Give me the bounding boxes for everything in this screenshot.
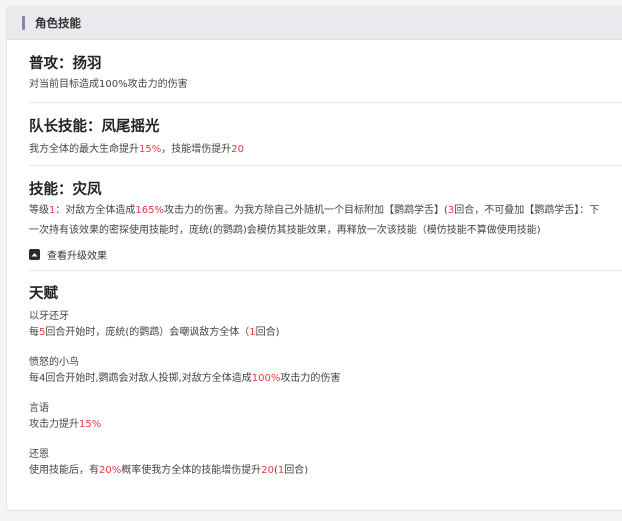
view-upgrade-effects-label: 查看升级效果: [47, 251, 107, 262]
talent-title: 天赋: [29, 286, 58, 302]
skill-section: 技能：灾凤 等级1：对敌方全体造成165%攻击力的伤害。为我方除自己外随机一个目…: [29, 166, 622, 271]
skills-content: 普攻：扬羽 对当前目标造成100%攻击力的伤害 队长技能：凤尾摇光 我方全体的最…: [7, 40, 622, 479]
talent-desc: 每4回合开始时,鹦鹉会对敌人投掷,对敌方全体造成100%攻击力的伤害: [29, 371, 622, 387]
talent-desc-value: 20: [261, 465, 274, 476]
leader-skill-desc: 我方全体的最大生命提升15%，技能增伤提升20: [29, 142, 622, 158]
talent-desc-text: 概率使我方全体的技能增伤提升: [121, 465, 262, 476]
card-header: 角色技能: [7, 7, 622, 40]
leader-skill-section: 队长技能：凤尾摇光 我方全体的最大生命提升15%，技能增伤提升20: [29, 103, 622, 166]
normal-attack-section: 普攻：扬羽 对当前目标造成100%攻击力的伤害: [29, 40, 622, 103]
talent-desc-text: 使用技能后，有: [29, 465, 99, 476]
normal-attack-desc: 对当前目标造成100%攻击力的伤害: [29, 79, 188, 90]
talent-item: 以牙还牙 每5回合开始时，庞统(的鹦鹉）会嘲讽敌方全体（1回合): [29, 309, 622, 341]
talent-desc-value: 100%: [251, 373, 281, 384]
talent-name: 还恩: [29, 449, 49, 460]
skill-desc-line-1: 等级1：对敌方全体造成165%攻击力的伤害。为我方除自己外随机一个目标附加【鹦鹉…: [29, 203, 622, 219]
skill-desc-line-2: 一次持有该效果的密探使用技能时，庞统(的鹦鹉)会模仿其技能效果，再释放一次该技能…: [29, 225, 541, 236]
leader-skill-title: 队长技能：凤尾摇光: [29, 119, 160, 135]
talent-desc-text: 回合): [284, 465, 309, 476]
skill-desc-value: 165%: [135, 205, 164, 216]
card-title: 角色技能: [35, 16, 81, 30]
skill-desc-text: 回合，不可叠加【鹦鹉学舌】：下: [454, 205, 600, 216]
skills-card: 角色技能 普攻：扬羽 对当前目标造成100%攻击力的伤害 队长技能：凤尾摇光 我…: [6, 6, 622, 511]
talent-desc: 每5回合开始时，庞统(的鹦鹉）会嘲讽敌方全体（1回合): [29, 325, 622, 341]
talent-name: 言语: [29, 403, 49, 414]
leader-desc-value: 20: [231, 144, 244, 155]
normal-attack-title: 普攻：扬羽: [29, 56, 102, 72]
talent-desc: 使用技能后，有20%概率使我方全体的技能增伤提升20(1回合): [29, 463, 622, 479]
talent-item: 愤怒的小鸟 每4回合开始时,鹦鹉会对敌人投掷,对敌方全体造成100%攻击力的伤害: [29, 355, 622, 387]
talent-desc-text: 回合): [255, 327, 280, 338]
leader-desc-value: 15%: [139, 144, 162, 155]
talent-desc-text: 攻击力的伤害: [280, 373, 341, 384]
talent-desc-text: 攻击力提升: [29, 419, 79, 430]
talent-desc-value: 20%: [99, 465, 122, 476]
chevron-up-icon: [29, 249, 40, 260]
leader-desc-text: 我方全体的最大生命提升: [29, 144, 139, 155]
talent-desc: 攻击力提升15%: [29, 417, 622, 433]
talent-name: 以牙还牙: [29, 311, 69, 322]
talent-name: 愤怒的小鸟: [29, 357, 79, 368]
skill-desc-text: 攻击力的伤害。为我方除自己外随机一个目标附加【鹦鹉学舌】(: [163, 205, 448, 216]
talent-desc-text: 每4回合开始时,鹦鹉会对敌人投掷,对敌方全体造成: [29, 373, 252, 384]
header-accent-bar: [22, 16, 25, 30]
talent-desc-value: 15%: [79, 419, 102, 430]
talent-desc-text: 每: [29, 327, 39, 338]
talent-desc-text: 回合开始时，庞统(的鹦鹉）会嘲讽敌方全体（: [45, 327, 250, 338]
skill-desc-text: 等级: [29, 205, 49, 216]
skill-title: 技能：灾凤: [29, 182, 102, 198]
talent-item: 言语 攻击力提升15%: [29, 401, 622, 433]
talent-item: 还恩 使用技能后，有20%概率使我方全体的技能增伤提升20(1回合): [29, 447, 622, 479]
skill-desc-text: ：对敌方全体造成: [55, 205, 136, 216]
talent-section: 天赋 以牙还牙 每5回合开始时，庞统(的鹦鹉）会嘲讽敌方全体（1回合) 愤怒的小…: [29, 271, 622, 479]
view-upgrade-effects-button[interactable]: 查看升级效果: [29, 247, 622, 262]
leader-desc-text: ，技能增伤提升: [161, 144, 232, 155]
